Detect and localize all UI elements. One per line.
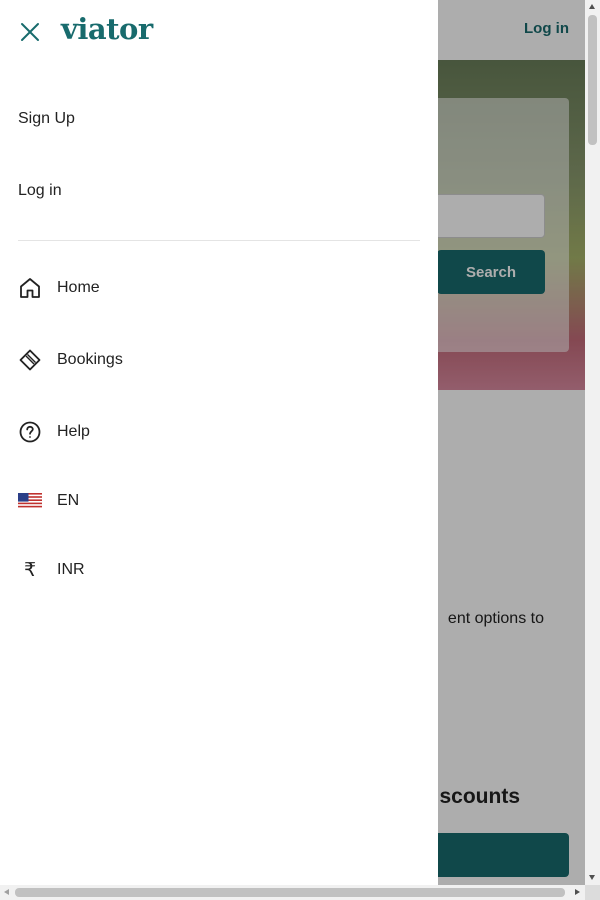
nav-label-bookings: Bookings	[57, 351, 123, 368]
help-icon	[18, 420, 42, 444]
home-icon	[18, 276, 42, 300]
divider	[18, 240, 420, 241]
rupee-icon: ₹	[23, 559, 37, 581]
horizontal-scroll-thumb[interactable]	[15, 888, 565, 897]
close-icon	[21, 23, 39, 41]
nav-label-language: EN	[57, 492, 80, 509]
nav-label-home: Home	[57, 279, 100, 296]
nav-item-bookings[interactable]: Bookings	[18, 344, 418, 376]
login-link[interactable]: Log in	[18, 182, 62, 200]
vertical-scroll-thumb[interactable]	[588, 15, 597, 145]
nav-item-help[interactable]: Help	[18, 416, 418, 448]
nav-item-currency[interactable]: ₹ INR	[18, 554, 418, 586]
scroll-down-arrow-icon[interactable]	[589, 875, 595, 880]
ticket-icon	[18, 348, 42, 372]
nav-item-home[interactable]: Home	[18, 272, 418, 304]
close-button[interactable]	[18, 20, 42, 44]
scroll-up-arrow-icon[interactable]	[589, 4, 595, 9]
signup-link[interactable]: Sign Up	[18, 110, 75, 128]
nav-label-help: Help	[57, 423, 90, 440]
scroll-left-arrow-icon[interactable]	[4, 889, 9, 895]
nav-label-currency: INR	[57, 561, 85, 578]
scroll-right-arrow-icon[interactable]	[575, 889, 580, 895]
viator-logo[interactable]: viator	[61, 12, 153, 46]
scrollbar-corner	[585, 885, 600, 900]
nav-drawer: viator Sign Up Log in Home Bookings Help…	[0, 0, 438, 885]
us-flag-icon	[18, 489, 42, 513]
nav-item-language[interactable]: EN	[18, 485, 418, 517]
